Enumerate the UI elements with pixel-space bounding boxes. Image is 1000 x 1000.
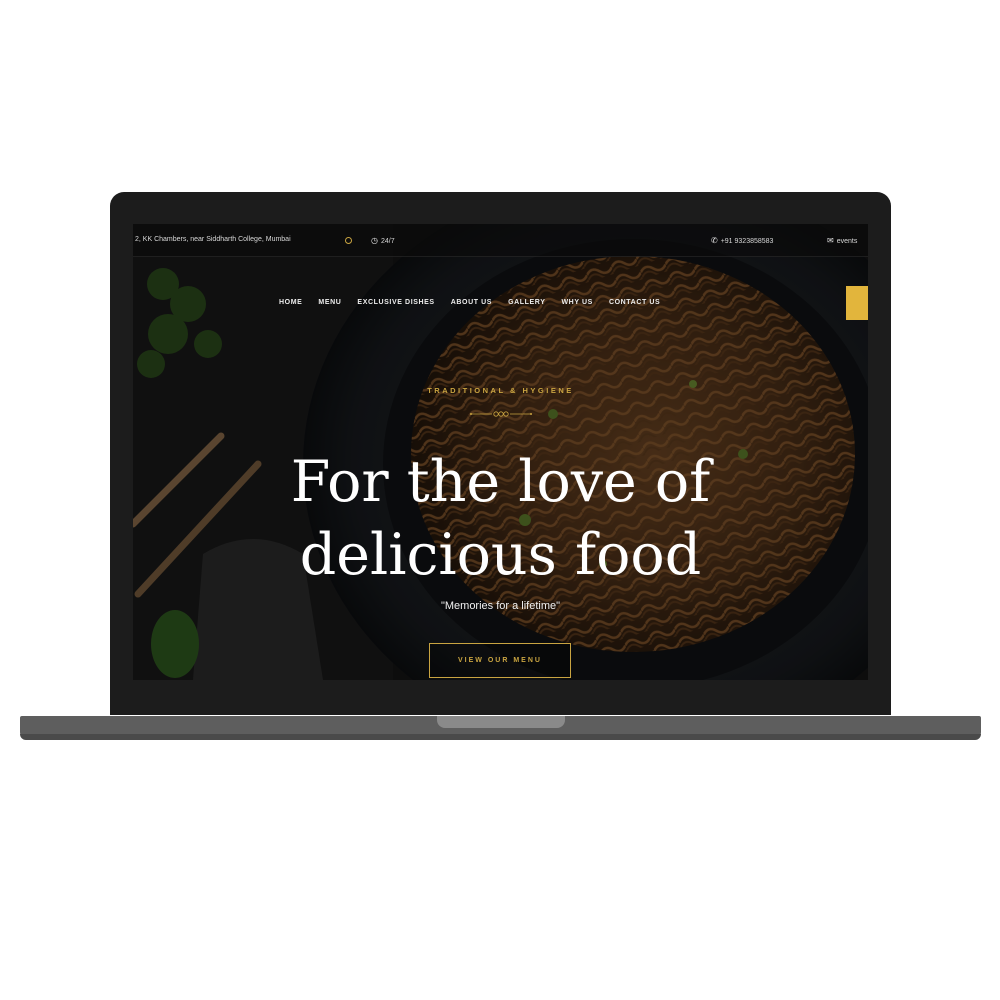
hours-text: 24/7 (380, 238, 395, 245)
nav-item-gallery[interactable]: GALLERY (500, 299, 553, 306)
top-info-bar: 2, KK Chambers, near Siddharth College, … (133, 224, 868, 257)
view-menu-button[interactable]: VIEW OUR MENU (429, 643, 571, 678)
nav-item-about-us[interactable]: ABOUT US (443, 299, 500, 306)
nav-item-why-us[interactable]: WHY US (553, 299, 600, 306)
hours-info: ◷ 24/7 (371, 236, 395, 245)
headline-line-2: delicious food (299, 522, 702, 588)
website-screen: 2, KK Chambers, near Siddharth College, … (133, 224, 868, 680)
laptop-notch (437, 716, 565, 728)
phone-icon: ✆ (711, 236, 718, 245)
email-text: events (836, 238, 858, 245)
hero-headline: For the love of delicious food (133, 446, 868, 592)
mail-icon: ✉ (827, 236, 834, 245)
hero-tagline: TRADITIONAL & HYGIENE (427, 386, 574, 395)
side-tab-button[interactable] (846, 286, 868, 320)
address-text: 2, KK Chambers, near Siddharth College, … (135, 236, 291, 243)
hero-subtitle: "Memories for a lifetime" (440, 600, 561, 612)
phone-link[interactable]: ✆ +91 9323858583 (711, 236, 773, 245)
nav-item-home[interactable]: HOME (271, 299, 310, 306)
nav-item-menu[interactable]: MENU (310, 299, 349, 306)
clock-icon: ◷ (371, 236, 378, 245)
separator-dot-icon (345, 237, 352, 244)
nav-item-exclusive-dishes[interactable]: EXCLUSIVE DISHES (349, 299, 442, 306)
nav-item-contact-us[interactable]: CONTACT US (601, 299, 668, 306)
headline-line-1: For the love of (290, 449, 711, 515)
phone-text: +91 9323858583 (720, 238, 774, 245)
email-link[interactable]: ✉ events (827, 236, 857, 245)
ornament-divider-icon (470, 411, 532, 417)
main-nav: HOME MENU EXCLUSIVE DISHES ABOUT US GALL… (271, 299, 668, 306)
